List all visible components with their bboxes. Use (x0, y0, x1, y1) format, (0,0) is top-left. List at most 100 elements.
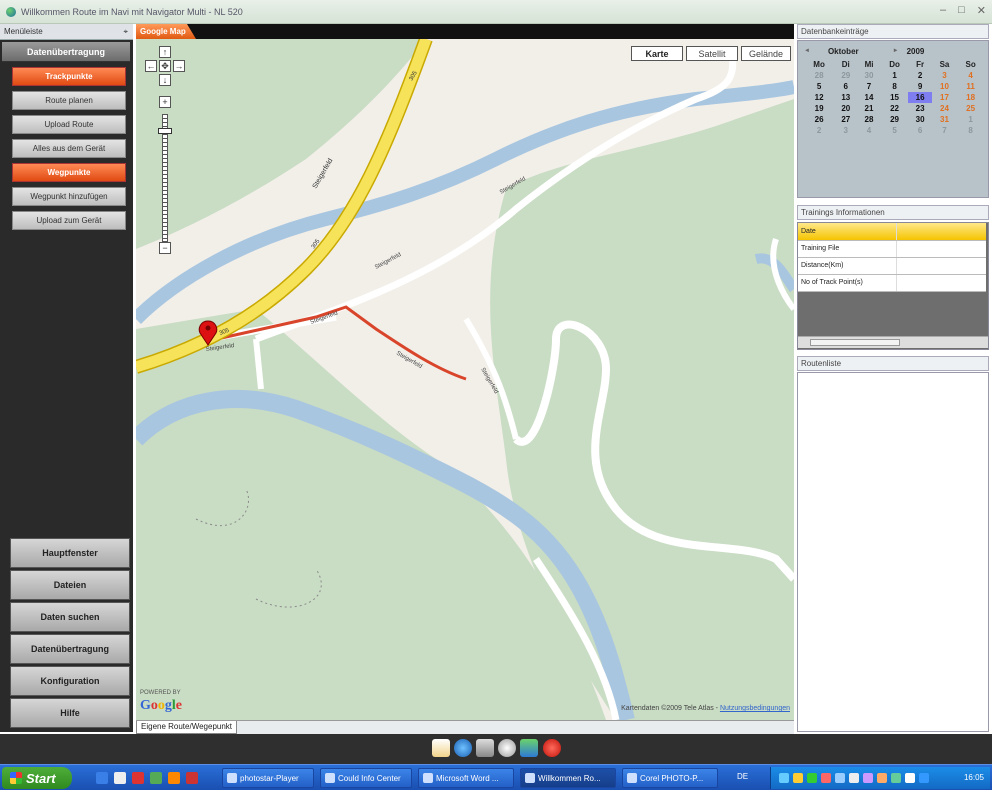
map-panel[interactable]: Steigerfeld Steigerfeld Steigerfeld Stei… (136, 24, 794, 720)
quicklaunch-tool-icon[interactable] (186, 772, 198, 784)
section-datenuebertragung[interactable]: Datenübertragung (2, 42, 130, 62)
start-button[interactable]: Start (2, 767, 72, 789)
calendar-day[interactable]: 16 (908, 92, 932, 103)
calendar-day[interactable]: 18 (957, 92, 984, 103)
task-info-center[interactable]: Could Info Center (320, 768, 412, 788)
task-word[interactable]: Microsoft Word ... (418, 768, 514, 788)
tray-update-icon[interactable] (807, 773, 817, 783)
calendar-day[interactable]: 2 (908, 70, 931, 81)
maximize-button[interactable]: □ (958, 4, 965, 17)
wegpunkte-button[interactable]: Wegpunkte (12, 163, 126, 182)
calendar-day[interactable]: 3 (834, 125, 857, 136)
calendar-day[interactable]: 28 (857, 114, 880, 125)
task-photostar[interactable]: photostar-Player (222, 768, 314, 788)
tray-antivirus-icon[interactable] (821, 773, 831, 783)
calendar-day[interactable]: 1 (881, 70, 909, 81)
task-navigator-active[interactable]: Willkommen Ro... (520, 768, 616, 788)
calendar-day[interactable]: 5 (881, 125, 909, 136)
calendar-day[interactable]: 10 (932, 81, 958, 92)
calendar-day[interactable]: 20 (834, 103, 857, 114)
calendar-day[interactable]: 19 (804, 103, 834, 114)
horizontal-scrollbar[interactable] (798, 336, 988, 348)
calendar-day[interactable]: 31 (932, 114, 958, 125)
hilfe-button[interactable]: Hilfe (10, 698, 130, 728)
calendar-day[interactable]: 1 (957, 114, 984, 125)
calendar-day[interactable]: 5 (804, 81, 834, 92)
pan-up-button[interactable]: ↑ (159, 46, 171, 58)
zoom-slider-handle[interactable] (158, 128, 172, 134)
route-planen-button[interactable]: Route planen (12, 91, 126, 110)
quicklaunch-firefox-icon[interactable] (168, 772, 180, 784)
tray-bluetooth-icon[interactable] (835, 773, 845, 783)
pan-down-button[interactable]: ↓ (159, 74, 171, 86)
route-list[interactable] (797, 372, 989, 732)
calendar-day[interactable]: 3 (932, 70, 958, 81)
calendar-day[interactable]: 17 (932, 92, 958, 103)
language-indicator[interactable]: DE (737, 772, 748, 781)
new-document-icon[interactable] (432, 739, 450, 757)
pan-left-button[interactable]: ← (145, 60, 157, 72)
quicklaunch-app-icon[interactable] (132, 772, 144, 784)
prev-month-icon[interactable]: ◄ (804, 48, 810, 54)
upload-route-button[interactable]: Upload Route (12, 115, 126, 134)
calendar-day[interactable]: 7 (857, 81, 880, 92)
calendar-day[interactable]: 22 (881, 103, 909, 114)
calendar-day[interactable]: 4 (957, 70, 984, 81)
calendar-day[interactable]: 15 (881, 92, 909, 103)
calendar-day[interactable]: 4 (857, 125, 880, 136)
pan-center-button[interactable]: ✥ (159, 60, 171, 72)
tray-usb-icon[interactable] (877, 773, 887, 783)
quicklaunch-media-icon[interactable] (150, 772, 162, 784)
minimize-button[interactable]: – (940, 4, 946, 17)
calendar-day[interactable]: 6 (834, 81, 857, 92)
tab-google-map[interactable]: Google Map (136, 24, 196, 39)
calendar-day[interactable]: 13 (834, 92, 857, 103)
zoom-in-button[interactable]: + (159, 96, 171, 108)
tray-help-icon[interactable] (905, 773, 915, 783)
hauptfenster-button[interactable]: Hauptfenster (10, 538, 130, 568)
calendar-day[interactable]: 27 (834, 114, 857, 125)
calendar-day[interactable]: 24 (932, 103, 958, 114)
calendar-day[interactable]: 30 (908, 114, 931, 125)
book-icon[interactable] (476, 739, 494, 757)
dateien-button[interactable]: Dateien (10, 570, 130, 600)
tray-network-icon[interactable] (779, 773, 789, 783)
maptype-karte-button[interactable]: Karte (631, 46, 683, 61)
tab-eigene-route[interactable]: Eigene Route/Wegepunkt (136, 721, 238, 734)
globe-icon[interactable] (454, 739, 472, 757)
calendar-day[interactable]: 7 (932, 125, 958, 136)
pan-right-button[interactable]: → (173, 60, 185, 72)
calendar-day[interactable]: 14 (857, 92, 880, 103)
calendar-day[interactable]: 30 (857, 70, 880, 81)
clock[interactable]: 16:05 (964, 773, 984, 782)
datenuebertragung-button[interactable]: Datenübertragung (10, 634, 130, 664)
tray-volume-icon[interactable] (849, 773, 859, 783)
maptype-satellit-button[interactable]: Satellit (686, 46, 738, 61)
next-month-icon[interactable]: ► (893, 48, 899, 54)
tray-display-icon[interactable] (919, 773, 929, 783)
konfiguration-button[interactable]: Konfiguration (10, 666, 130, 696)
trackpunkte-button[interactable]: Trackpunkte (12, 67, 126, 86)
calendar-day[interactable]: 11 (957, 81, 984, 92)
maptype-gelaende-button[interactable]: Gelände (741, 46, 791, 61)
calendar-day[interactable]: 8 (881, 81, 909, 92)
wegpunkt-hinzufuegen-button[interactable]: Wegpunkt hinzufügen (12, 187, 126, 206)
tray-app-icon[interactable] (863, 773, 873, 783)
calendar-day[interactable]: 9 (908, 81, 931, 92)
calendar-day[interactable]: 21 (857, 103, 880, 114)
calendar-day[interactable]: 6 (908, 125, 931, 136)
tray-security-icon[interactable] (793, 773, 803, 783)
calendar-day[interactable]: 26 (804, 114, 834, 125)
calendar-month[interactable]: Oktober (828, 47, 859, 56)
daten-suchen-button[interactable]: Daten suchen (10, 602, 130, 632)
terms-link[interactable]: Nutzungsbedingungen (720, 705, 790, 712)
calendar-day[interactable]: 25 (957, 103, 984, 114)
tray-sync-icon[interactable] (891, 773, 901, 783)
calendar-day[interactable]: 2 (804, 125, 834, 136)
calendar-day[interactable]: 29 (834, 70, 857, 81)
calendar-year[interactable]: 2009 (907, 47, 925, 56)
calendar-day[interactable]: 28 (804, 70, 834, 81)
calendar-day[interactable]: 8 (957, 125, 984, 136)
task-corel[interactable]: Corel PHOTO-P... (622, 768, 718, 788)
alles-aus-geraet-button[interactable]: Alles aus dem Gerät (12, 139, 126, 158)
